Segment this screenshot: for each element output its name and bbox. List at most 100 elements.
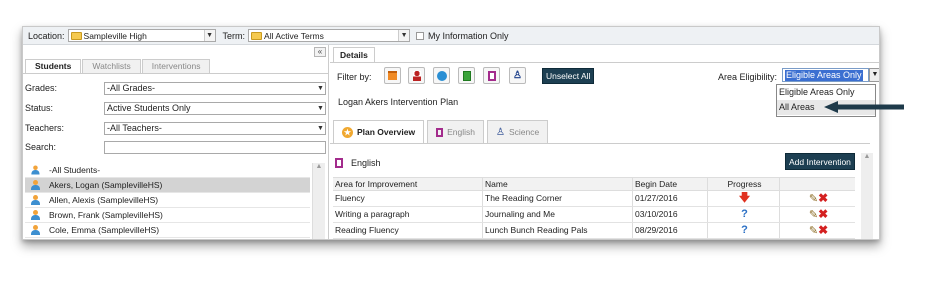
col-name[interactable]: Name	[483, 178, 633, 190]
section-header: English	[333, 153, 855, 173]
teachers-value: -All Teachers-	[107, 123, 162, 133]
status-select[interactable]: Active Students Only ▼	[104, 102, 326, 115]
row-actions: ✎✖	[780, 207, 855, 222]
english-section: English Add Intervention Area for Improv…	[333, 153, 855, 239]
teachers-select[interactable]: -All Teachers- ▼	[104, 122, 326, 135]
chevron-down-icon: ▼	[398, 30, 410, 41]
tab-students[interactable]: Students	[25, 59, 82, 73]
delete-icon[interactable]: ✖	[818, 191, 828, 205]
table-row[interactable]: Fluency The Reading Corner 01/27/2016 🡇 …	[333, 191, 855, 207]
plan-tabs: ★ Plan Overview English ♙ Science	[333, 120, 551, 143]
unselect-all-button[interactable]: Unselect All	[542, 68, 595, 84]
microscope-icon: ♙	[513, 70, 522, 81]
cell-area: Fluency	[333, 191, 483, 206]
row-actions: ✎✖	[780, 191, 855, 206]
add-intervention-button[interactable]: Add Intervention	[785, 153, 855, 170]
list-item[interactable]: Allen, Alexis (SamplevilleHS)	[25, 193, 310, 208]
tab-interventions[interactable]: Interventions	[141, 59, 211, 73]
col-begin-date[interactable]: Begin Date	[633, 178, 708, 190]
scroll-up-icon[interactable]: ▲	[861, 153, 873, 160]
area-eligibility-value: Eligible Areas Only	[785, 70, 863, 81]
callout-arrow-icon	[824, 101, 904, 113]
table-row[interactable]: Writing a paragraph Journaling and Me 03…	[333, 207, 855, 223]
filter-book-button[interactable]	[483, 67, 500, 84]
delete-icon[interactable]: ✖	[818, 207, 828, 221]
filter-calendar-button[interactable]	[384, 67, 401, 84]
student-list: -All Students- Akers, Logan (Sampleville…	[25, 163, 310, 238]
tab-label: English	[447, 127, 476, 137]
col-area[interactable]: Area for Improvement	[333, 178, 483, 190]
chevron-down-icon[interactable]: ▼	[869, 68, 879, 82]
arrow-down-icon: 🡇	[708, 191, 780, 206]
book-icon	[487, 70, 496, 81]
scroll-up-icon[interactable]: ▲	[313, 163, 325, 170]
top-filter-bar: Location: Sampleville High ▼ Term: All A…	[23, 27, 879, 45]
table-row[interactable]: Reading Fluency Lunch Bunch Reading Pals…	[333, 223, 855, 239]
tab-details[interactable]: Details	[333, 47, 375, 62]
star-icon: ★	[342, 126, 353, 138]
cell-name: Lunch Bunch Reading Pals	[483, 223, 633, 238]
edit-icon[interactable]: ✎	[809, 209, 818, 221]
book-icon	[436, 127, 444, 137]
col-progress[interactable]: Progress	[708, 178, 780, 190]
cell-date: 03/10/2016	[633, 207, 708, 222]
student-name: Brown, Frank (SamplevilleHS)	[49, 210, 163, 220]
question-icon: ?	[708, 207, 780, 222]
list-item[interactable]: Cole, Emma (SamplevilleHS)	[25, 223, 310, 238]
grades-select[interactable]: -All Grades- ▼	[104, 82, 326, 95]
list-item[interactable]: Brown, Frank (SamplevilleHS)	[25, 208, 310, 223]
cell-date: 01/27/2016	[633, 191, 708, 206]
folder-icon	[251, 31, 263, 40]
tab-plan-overview[interactable]: ★ Plan Overview	[333, 120, 425, 143]
grades-value: -All Grades-	[107, 83, 156, 93]
student-name: Allen, Alexis (SamplevilleHS)	[49, 195, 159, 205]
details-scrollbar[interactable]: ▲	[861, 153, 873, 239]
my-info-checkbox[interactable]	[416, 31, 425, 40]
person-icon	[412, 70, 421, 81]
my-info-label: My Information Only	[428, 30, 509, 41]
delete-icon[interactable]: ✖	[818, 223, 828, 237]
globe-icon	[436, 70, 447, 81]
tab-label: Science	[508, 127, 540, 137]
status-label: Status:	[25, 103, 54, 113]
calculator-icon	[462, 70, 471, 81]
section-title: English	[351, 158, 381, 168]
filter-person-button[interactable]	[408, 67, 425, 84]
edit-icon[interactable]: ✎	[809, 193, 818, 205]
folder-icon	[70, 31, 82, 40]
filter-globe-button[interactable]	[433, 67, 450, 84]
student-name: Akers, Logan (SamplevilleHS)	[49, 180, 163, 190]
tab-watchlists[interactable]: Watchlists	[82, 59, 141, 73]
person-icon	[31, 195, 40, 205]
tab-science[interactable]: ♙ Science	[487, 120, 549, 143]
area-eligibility-label: Area Eligibility:	[718, 72, 778, 82]
student-list-scrollbar[interactable]: ▲	[312, 163, 325, 239]
tab-english[interactable]: English	[427, 120, 485, 143]
search-input[interactable]	[104, 141, 326, 154]
term-label: Term:	[222, 30, 246, 41]
list-item[interactable]: -All Students-	[25, 163, 310, 178]
student-name: Cole, Emma (SamplevilleHS)	[49, 225, 160, 235]
edit-icon[interactable]: ✎	[809, 225, 818, 237]
list-item[interactable]: Akers, Logan (SamplevilleHS)	[25, 178, 310, 193]
location-select[interactable]: Sampleville High ▼	[67, 29, 216, 42]
plan-title: Logan Akers Intervention Plan	[338, 97, 459, 107]
collapse-panel-button[interactable]: «	[314, 47, 326, 57]
filter-science-button[interactable]: ♙	[509, 67, 526, 84]
cell-date: 08/29/2016	[633, 223, 708, 238]
chevron-down-icon: ▼	[317, 125, 324, 132]
person-icon	[31, 180, 40, 190]
filter-by-label: Filter by:	[337, 72, 372, 82]
chevron-down-icon: ▼	[317, 85, 324, 92]
chevron-down-icon: ▼	[203, 30, 215, 41]
filter-calculator-button[interactable]	[458, 67, 475, 84]
left-panel: « Students Watchlists Interventions Grad…	[23, 45, 329, 239]
table-header: Area for Improvement Name Begin Date Pro…	[333, 177, 855, 191]
option-eligible-areas[interactable]: Eligible Areas Only	[777, 85, 875, 100]
left-tabs: Students Watchlists Interventions	[25, 59, 211, 73]
location-value: Sampleville High	[83, 30, 147, 41]
chevron-down-icon: ▼	[317, 105, 324, 112]
cell-name: The Reading Corner	[483, 191, 633, 206]
term-select[interactable]: All Active Terms ▼	[248, 29, 411, 42]
area-eligibility-select[interactable]: Eligible Areas Only	[782, 68, 869, 82]
